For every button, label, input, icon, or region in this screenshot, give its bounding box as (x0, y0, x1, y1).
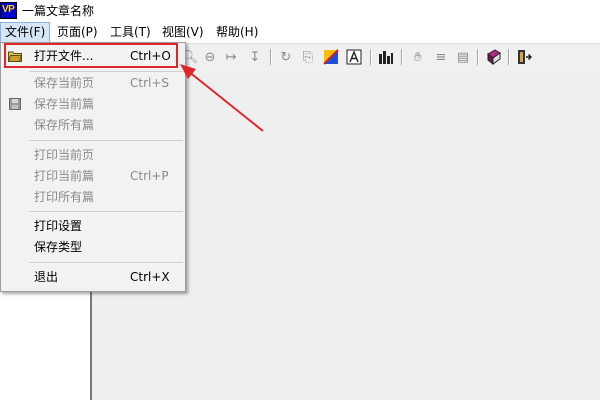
app-icon[interactable]: VP (0, 2, 17, 19)
menu-item-shortcut: Ctrl+S (130, 76, 170, 90)
save-icon (9, 98, 21, 110)
menu-item-save-type[interactable]: 保存类型 (2, 236, 184, 258)
menu-item-shortcut: Ctrl+X (130, 270, 170, 284)
menu-item-shortcut: Ctrl+P (130, 169, 169, 183)
exit-icon[interactable] (515, 48, 533, 66)
fit-height-icon[interactable]: ↧ (246, 48, 264, 66)
menu-file[interactable]: 文件(F) (0, 22, 51, 43)
text-icon[interactable] (345, 48, 363, 66)
app-icon-text: VP (2, 4, 15, 15)
menu-item-print-article[interactable]: 打印当前篇 Ctrl+P (2, 165, 184, 187)
menu-item-exit[interactable]: 退出 Ctrl+X (2, 266, 184, 288)
copy-icon[interactable]: ⎘ (299, 48, 317, 66)
toolbar-separator (370, 49, 372, 65)
menu-separator (29, 262, 183, 263)
chart-icon[interactable] (377, 48, 395, 66)
menu-bar: 文件(F) 页面(P) 工具(T) 视图(V) 帮助(H) (0, 22, 600, 43)
toolbar-separator (401, 49, 403, 65)
menu-item-print-page[interactable]: 打印当前页 (2, 144, 184, 166)
page-icon[interactable]: ▤ (454, 48, 472, 66)
menu-help[interactable]: 帮助(H) (212, 22, 262, 43)
menu-item-save-page[interactable]: 保存当前页 Ctrl+S (2, 72, 184, 94)
menu-separator (29, 140, 183, 141)
menu-item-label: 保存当前篇 (34, 97, 95, 111)
book-icon-graphic (487, 49, 501, 65)
book-icon[interactable] (485, 48, 503, 66)
menu-item-label: 打印当前页 (34, 148, 95, 162)
file-dropdown-menu: 打开文件... Ctrl+O 保存当前页 Ctrl+S 保存当前篇 保存所有篇 … (0, 42, 186, 292)
rotate-icon[interactable]: ↻ (277, 48, 295, 66)
exit-icon-graphic (518, 50, 532, 64)
toolbar-separator (508, 49, 510, 65)
window-title: 一篇文章名称 (22, 4, 95, 18)
menu-item-label: 退出 (34, 270, 59, 284)
menu-item-label: 打印当前篇 (34, 169, 95, 183)
color-icon[interactable] (322, 48, 340, 66)
menu-item-print-all[interactable]: 打印所有篇 (2, 186, 184, 208)
menu-item-label: 打印设置 (34, 219, 83, 233)
chart-icon-graphic (379, 51, 393, 64)
menu-view[interactable]: 视图(V) (158, 22, 208, 43)
menu-item-label: 保存当前页 (34, 76, 95, 90)
menu-item-save-all[interactable]: 保存所有篇 (2, 114, 184, 136)
menu-item-print-settings[interactable]: 打印设置 (2, 215, 184, 237)
menu-item-label: 保存类型 (34, 240, 83, 254)
menu-page[interactable]: 页面(P) (53, 22, 102, 43)
fit-width-icon[interactable]: ↦ (222, 48, 240, 66)
menu-separator (29, 211, 183, 212)
menu-item-save-article[interactable]: 保存当前篇 (2, 93, 184, 115)
annotation-highlight-box (4, 43, 178, 68)
toolbar-separator (270, 49, 272, 65)
text-icon-graphic (346, 49, 362, 65)
title-bar: VP 一篇文章名称 (0, 0, 600, 22)
zoom-out-icon[interactable]: ⊖ (201, 48, 219, 66)
menu-tools[interactable]: 工具(T) (106, 22, 155, 43)
toolbar-separator (477, 49, 479, 65)
notes-icon[interactable]: ≡ (432, 48, 450, 66)
color-icon-graphic (323, 49, 339, 65)
menu-item-label: 保存所有篇 (34, 118, 95, 132)
hand-icon[interactable]: ✋︎ (409, 48, 427, 66)
menu-item-label: 打印所有篇 (34, 190, 95, 204)
